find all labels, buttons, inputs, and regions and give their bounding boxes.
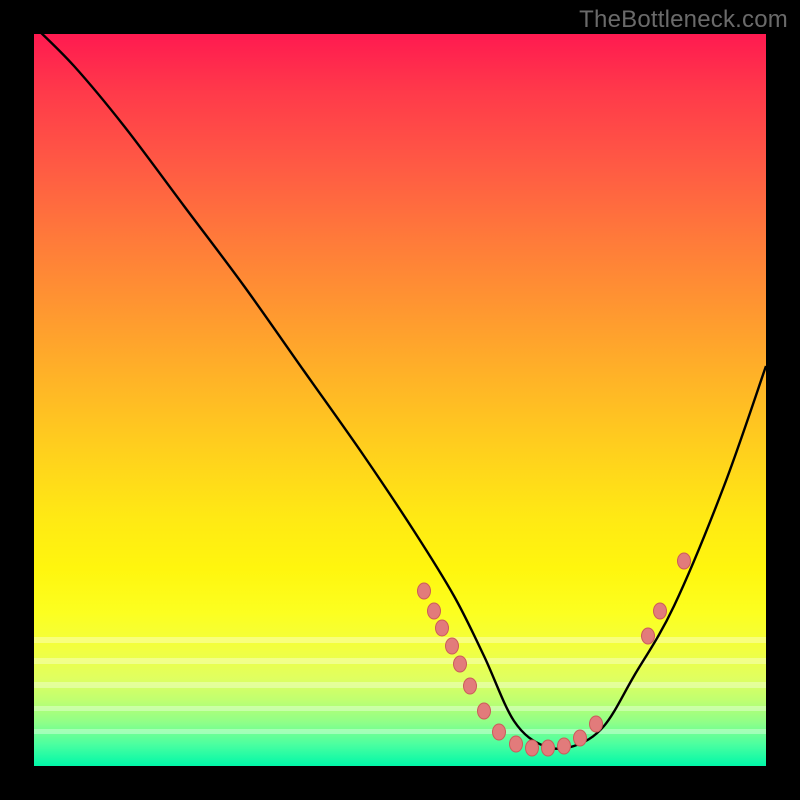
data-point-marker: [454, 656, 467, 672]
data-point-marker: [446, 638, 459, 654]
data-point-marker: [428, 603, 441, 619]
data-point-marker: [678, 553, 691, 569]
data-point-marker: [493, 724, 506, 740]
data-point-marker: [574, 730, 587, 746]
data-point-marker: [558, 738, 571, 754]
data-point-marker: [654, 603, 667, 619]
watermark-text: TheBottleneck.com: [579, 6, 788, 34]
data-point-marker: [478, 703, 491, 719]
valley-curve: [34, 34, 766, 766]
data-point-marker: [436, 620, 449, 636]
data-point-marker: [418, 583, 431, 599]
data-point-marker: [526, 740, 539, 756]
data-point-marker: [642, 628, 655, 644]
data-point-marker: [542, 740, 555, 756]
data-point-marker: [464, 678, 477, 694]
data-point-marker: [510, 736, 523, 752]
chart-stage: TheBottleneck.com: [0, 0, 800, 800]
data-point-marker: [590, 716, 603, 732]
plot-area: [34, 34, 766, 766]
